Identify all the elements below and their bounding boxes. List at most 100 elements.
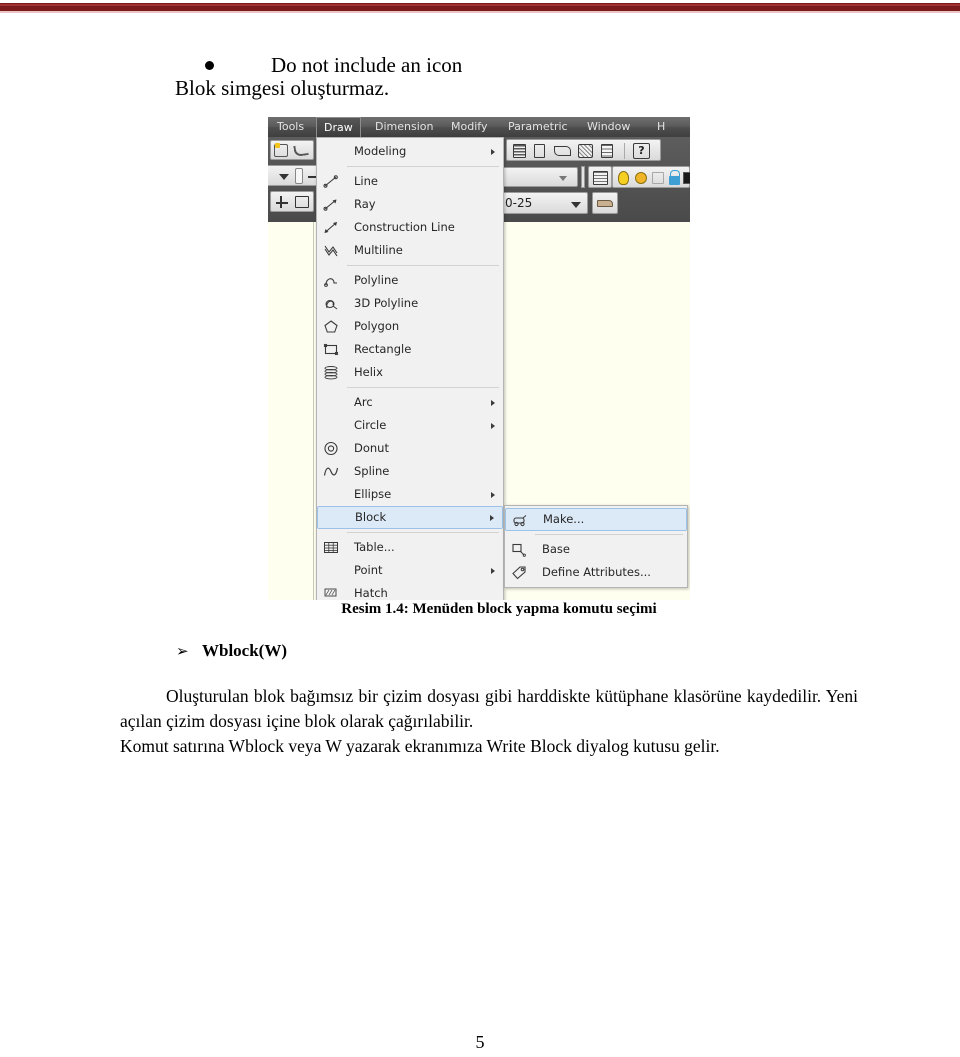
submenu-item-define-attributes[interactable]: Define Attributes...	[505, 561, 687, 584]
menu-item-label: Circle	[354, 418, 387, 432]
menubar-item-window[interactable]: Window	[580, 118, 637, 136]
layer-status-toggles[interactable]	[612, 166, 690, 188]
menu-item-spline[interactable]: Spline	[317, 460, 503, 483]
draw-dropdown-menu: Modeling Line Ray Construction Line Mult…	[316, 137, 504, 600]
header-rule-highlight-band	[0, 4, 960, 6]
menu-item-helix[interactable]: Helix	[317, 361, 503, 384]
rectangle-icon	[323, 342, 339, 357]
drawing-canvas-left	[268, 222, 314, 600]
page-header-rule	[0, 0, 960, 14]
toolbar-group-left-2[interactable]	[268, 165, 321, 186]
submenu-arrow-icon	[491, 399, 495, 406]
menubar-item-tools[interactable]: Tools	[270, 118, 311, 136]
layer-color-swatch[interactable]	[683, 172, 690, 184]
menu-separator	[347, 532, 499, 533]
menu-item-line[interactable]: Line	[317, 170, 503, 193]
layer-properties-button[interactable]	[588, 166, 612, 188]
polyline-icon	[323, 273, 339, 288]
polygon-icon	[323, 319, 339, 334]
menu-separator	[535, 534, 683, 535]
menu-item-label: Construction Line	[354, 220, 455, 234]
menu-item-label: Arc	[354, 395, 373, 409]
menu-item-block[interactable]: Block	[317, 506, 503, 529]
figure-autocad-draw-menu: Tools Draw Dimension Modify Parametric W…	[268, 117, 690, 600]
menu-item-modeling[interactable]: Modeling	[317, 140, 503, 163]
construction-line-icon	[323, 220, 339, 235]
helix-icon	[323, 365, 339, 380]
unlock-icon[interactable]	[669, 170, 680, 185]
page-number: 5	[475, 1032, 485, 1052]
menubar-item-modify[interactable]: Modify	[444, 118, 494, 136]
undo-icon[interactable]	[293, 144, 309, 157]
menu-item-3d-polyline[interactable]: 3D Polyline	[317, 292, 503, 315]
menubar-item-dimension[interactable]: Dimension	[368, 118, 440, 136]
menu-item-polygon[interactable]: Polygon	[317, 315, 503, 338]
sun-freeze-icon[interactable]	[635, 172, 647, 184]
body-text-block: Oluşturulan blok bağımsız bir çizim dosy…	[120, 684, 858, 759]
figure-caption: Resim 1.4: Menüden block yapma komutu se…	[341, 601, 657, 617]
menu-item-label: Donut	[354, 441, 389, 455]
menu-item-label: Polyline	[354, 273, 399, 287]
ray-icon	[323, 197, 339, 212]
menu-item-construction-line[interactable]: Construction Line	[317, 216, 503, 239]
menu-item-hatch[interactable]: Hatch	[317, 582, 503, 600]
bullet-item-text-tr: Blok simgesi oluşturmaz.	[175, 76, 390, 100]
xref-manager-icon[interactable]	[578, 144, 593, 158]
text-style-button[interactable]	[592, 192, 618, 214]
paragraph-2: Komut satırına Wblock veya W yazarak ekr…	[120, 736, 720, 756]
bullet-item-text-en: Do not include an icon	[271, 53, 463, 78]
line-icon	[323, 174, 339, 189]
menu-item-rectangle[interactable]: Rectangle	[317, 338, 503, 361]
publish-spark-icon	[275, 143, 280, 148]
menu-item-ellipse[interactable]: Ellipse	[317, 483, 503, 506]
layer-combo-secondary[interactable]	[496, 167, 578, 187]
layer-properties-icon	[593, 171, 608, 185]
menu-item-label: Ray	[354, 197, 376, 211]
block-make-icon	[512, 513, 528, 528]
help-icon[interactable]: ?	[633, 143, 650, 159]
toolbar-separator	[624, 143, 625, 159]
toolbar-grip-icon[interactable]	[581, 166, 585, 188]
chevron-down-icon[interactable]	[571, 202, 581, 208]
toolbar-group-left-3[interactable]	[270, 191, 314, 212]
block-base-icon	[511, 542, 527, 557]
toolbar-group-right-top[interactable]: ?	[506, 139, 661, 161]
menu-item-label: Modeling	[354, 144, 407, 158]
menu-separator	[347, 265, 499, 266]
chevron-down-icon[interactable]	[559, 176, 567, 181]
toolbar-group-left-1[interactable]	[270, 140, 314, 160]
calculator-icon[interactable]	[601, 144, 613, 158]
multileader-style-icon[interactable]	[534, 144, 545, 158]
menu-item-arc[interactable]: Arc	[317, 391, 503, 414]
insert-block-icon[interactable]	[295, 196, 309, 208]
submenu-item-make[interactable]: Make...	[505, 508, 687, 531]
menu-item-point[interactable]: Point	[317, 559, 503, 582]
menubar-item-help[interactable]: H	[650, 118, 672, 136]
multiline-icon	[323, 243, 339, 258]
menubar-item-parametric[interactable]: Parametric	[501, 118, 575, 136]
menu-item-label: Spline	[354, 464, 390, 478]
menu-item-multiline[interactable]: Multiline	[317, 239, 503, 262]
menu-item-donut[interactable]: Donut	[317, 437, 503, 460]
drag-handle-icon[interactable]	[295, 168, 303, 184]
menu-item-polyline[interactable]: Polyline	[317, 269, 503, 292]
submenu-arrow-icon	[490, 514, 494, 521]
submenu-arrow-icon	[491, 567, 495, 574]
layer-tools-icon[interactable]	[554, 146, 571, 156]
lightbulb-icon[interactable]	[618, 171, 629, 185]
dimension-linear-icon[interactable]	[276, 196, 288, 208]
lock-plot-icon[interactable]	[652, 172, 664, 184]
spline-icon	[323, 464, 339, 479]
chevron-down-icon[interactable]	[279, 174, 289, 180]
menu-item-ray[interactable]: Ray	[317, 193, 503, 216]
annotation-scale-combo[interactable]: 0-25	[496, 192, 588, 214]
menu-separator	[347, 166, 499, 167]
section-heading-wblock: ➢ Wblock(W)	[176, 641, 287, 661]
menu-item-label: Hatch	[354, 586, 388, 600]
menu-item-circle[interactable]: Circle	[317, 414, 503, 437]
table-style-icon[interactable]	[513, 144, 526, 158]
menubar-item-draw[interactable]: Draw	[316, 117, 361, 137]
submenu-item-base[interactable]: Base	[505, 538, 687, 561]
menu-item-table[interactable]: Table...	[317, 536, 503, 559]
section-heading-label: Wblock(W)	[202, 641, 287, 660]
